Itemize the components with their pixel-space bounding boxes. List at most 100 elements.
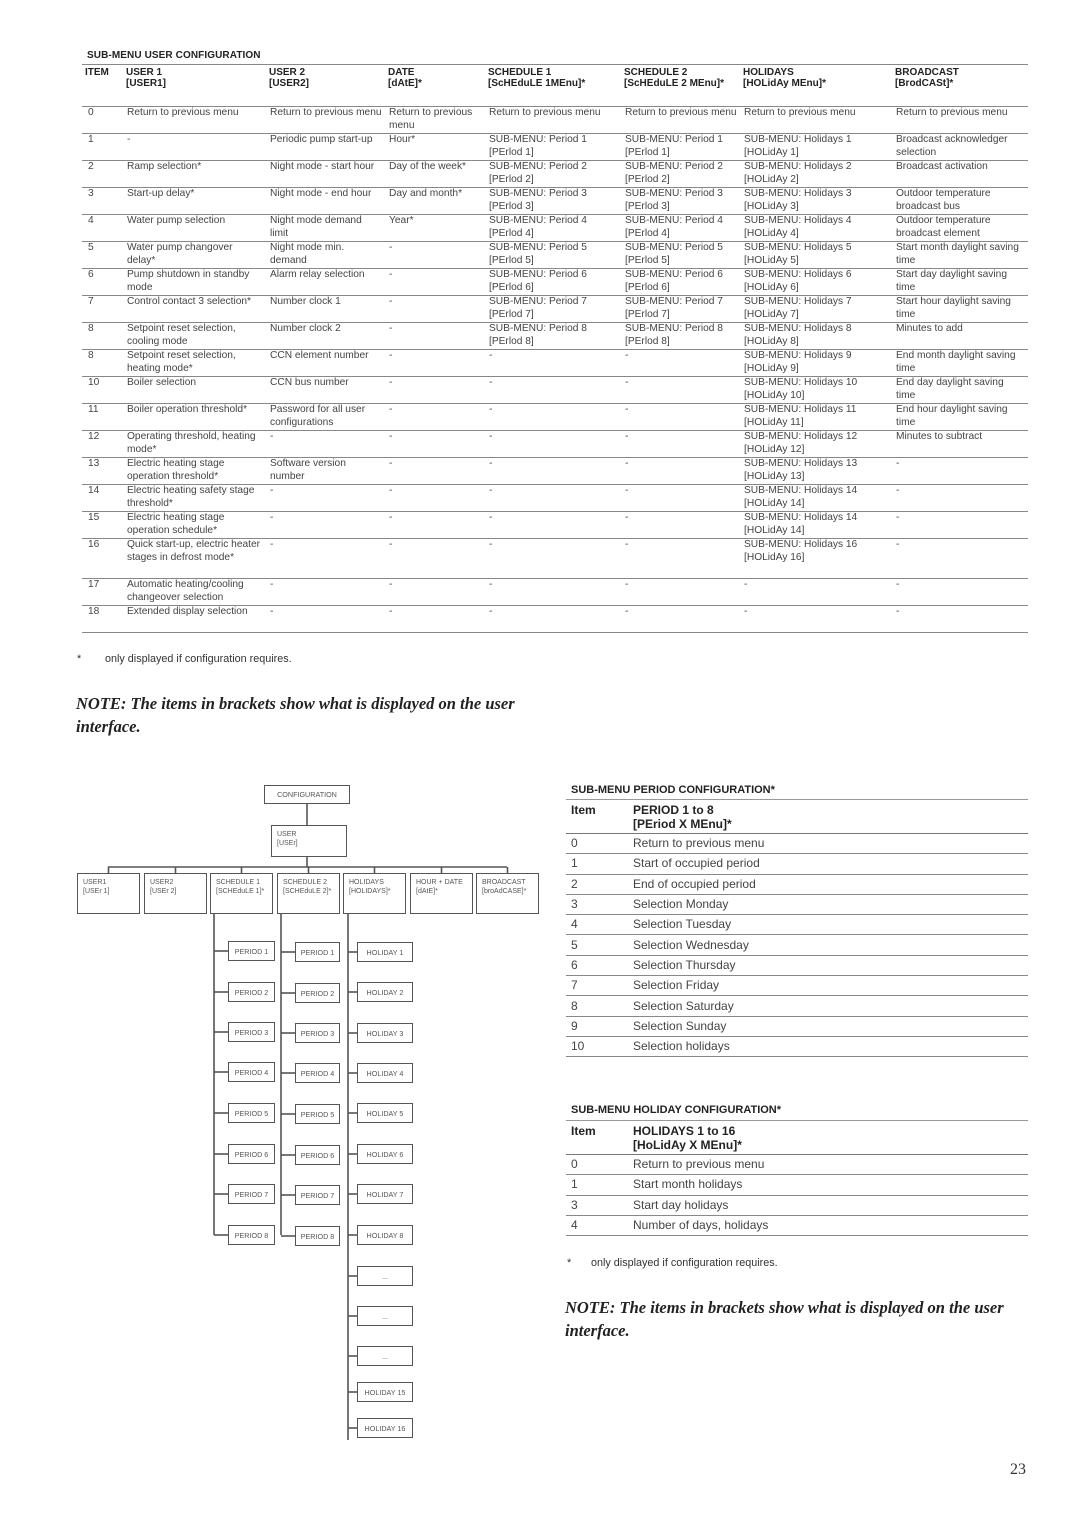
table-cell: SUB-MENU: Period 8 [PErlod 8] [485, 322, 621, 350]
table-cell: SUB-MENU: Period 7 [PErlod 7] [621, 295, 740, 323]
column-header: SCHEDULE 1 [ScHEduLE 1MEnu]* [485, 64, 621, 107]
table-cell: SUB-MENU: Period 6 [PErlod 6] [621, 268, 740, 296]
node-label: USER1 [83, 879, 107, 886]
column-header: DATE [dAtE]* [385, 64, 485, 107]
table-row: 8 Setpoint reset selection, cooling mode N… [82, 322, 1028, 350]
item-description: Selection holidays [628, 1036, 1028, 1058]
item-number: 16 [82, 538, 123, 579]
column-header-title: SCHEDULE 1 [488, 67, 552, 78]
table-cell: - [485, 511, 621, 539]
item-description: Selection Sunday [628, 1016, 1028, 1037]
node-schedule1-period: PERIOD 3 [228, 1022, 275, 1042]
table-cell: SUB-MENU: Holidays 5 [HOLidAy 5] [740, 241, 892, 269]
node-label: SCHEDULE 1 [216, 879, 260, 886]
table-row: 5 Water pump changover delay* Night mode m… [82, 241, 1028, 269]
table-cell: - [621, 403, 740, 431]
item-number: 5 [566, 934, 628, 956]
table-cell: - [621, 511, 740, 539]
table-cell: - [266, 578, 385, 606]
column-header-display-code: [ScHEduLE 2 MEnu]* [624, 78, 725, 89]
node-label: HOLIDAY 6 [366, 1149, 404, 1159]
node-schedule-2: SCHEDULE 2 [SCHEduLE 2]* [277, 873, 340, 914]
item-description: Selection Friday [628, 975, 1028, 997]
node-label: HOLIDAYS [349, 879, 384, 886]
item-number: 15 [82, 511, 123, 539]
node-label: PERIOD 4 [300, 1068, 335, 1078]
table-cell: SUB-MENU: Holidays 4 [HOLidAy 4] [740, 214, 892, 242]
table-cell: Password for all user configurations [266, 403, 385, 431]
user-config-footnote: only displayed if configuration requires… [105, 653, 292, 665]
table-cell: Periodic pump start-up [266, 133, 385, 161]
table-cell: Water pump changover delay* [123, 241, 266, 269]
table-cell: Automatic heating/cooling changeover sel… [123, 578, 266, 606]
user-config-table: ITEM USER 1 [USER1] USER 2 [USER2] DATE [dAtE]… [82, 64, 1028, 633]
item-number: 4 [566, 914, 628, 936]
table-row: 14 Electric heating safety stage threshol… [82, 484, 1028, 512]
footnote-mark: * [77, 653, 82, 665]
table-cell: Number clock 1 [266, 295, 385, 323]
table-cell: Start month daylight saving time [892, 241, 1028, 269]
table-row: 1- Periodic pump start-up Hour* SUB-MENU: P… [82, 133, 1028, 161]
column-header: USER 2 [USER2] [266, 64, 385, 107]
column-header-title: USER 2 [269, 67, 306, 78]
table-cell: SUB-MENU: Period 1 [PErlod 1] [621, 133, 740, 161]
table-cell: - [385, 457, 485, 485]
table-cell: Return to previous menu [740, 106, 892, 134]
node-schedule2-period: PERIOD 7 [295, 1185, 340, 1205]
table-cell: Electric heating stage operation thresho… [123, 457, 266, 485]
table-cell: SUB-MENU: Holidays 14 [HOLidAy 14] [740, 511, 892, 539]
node-user2: USER2 [USEr 2] [144, 873, 207, 914]
table-cell: - [485, 605, 621, 633]
node-display-code: [USEr 1] [83, 888, 110, 895]
table-cell: - [485, 538, 621, 579]
table-cell: Number clock 2 [266, 322, 385, 350]
node-holiday: HOLIDAY 8 [357, 1225, 413, 1245]
table-cell: Year* [385, 214, 485, 242]
node-schedule2-period: PERIOD 1 [295, 942, 340, 962]
node-label: HOLIDAY 5 [366, 1108, 404, 1118]
node-schedule2-period: PERIOD 6 [295, 1145, 340, 1165]
table-cell: SUB-MENU: Period 2 [PErlod 2] [485, 160, 621, 188]
holiday-config-header-row: Item HOLIDAYS 1 to 16 [HoLidAy X MEnu]* [566, 1120, 1028, 1155]
item-description: Selection Monday [628, 894, 1028, 916]
period-header-l2: [PEriod X MEnu]* [633, 817, 732, 831]
period-config-header-row: Item PERIOD 1 to 8 [PEriod X MEnu]* [566, 799, 1028, 834]
node-display-code: [broAdCASE]* [482, 888, 527, 895]
node-label: HOUR + DATE [416, 879, 463, 886]
table-cell: Broadcast activation [892, 160, 1028, 188]
page-number: 23 [1010, 1461, 1026, 1478]
table-cell: End day daylight saving time [892, 376, 1028, 404]
node-schedule2-period: PERIOD 8 [295, 1226, 340, 1246]
node-label: ... [382, 1311, 388, 1321]
table-row: 18 Extended display selection - - - - - - [82, 605, 1028, 633]
table-row: 16 Quick start-up, electric heater stages… [82, 538, 1028, 579]
table-row: 17 Automatic heating/cooling changeover s… [82, 578, 1028, 606]
table-cell: Operating threshold, heating mode* [123, 430, 266, 458]
table-cell: Start-up delay* [123, 187, 266, 215]
node-display-code: [USEr 2] [150, 888, 177, 895]
node-label: ... [382, 1271, 388, 1281]
node-holiday: ... [357, 1266, 413, 1286]
node-broadcast: BROADCAST [broAdCASE]* [476, 873, 539, 914]
item-number: 14 [82, 484, 123, 512]
column-header-display-code: [USER2] [269, 78, 310, 89]
table-cell: SUB-MENU: Holidays 16 [HOLidAy 16] [740, 538, 892, 579]
table-cell: - [621, 376, 740, 404]
item-number: 8 [82, 349, 123, 377]
user-config-title: SUB-MENU USER CONFIGURATION [87, 50, 261, 61]
table-cell: SUB-MENU: Holidays 7 [HOLidAy 7] [740, 295, 892, 323]
table-row: 4 Water pump selection Night mode demand l… [82, 214, 1028, 242]
item-number: 1 [82, 133, 123, 161]
table-cell: SUB-MENU: Holidays 10 [HOLidAy 10] [740, 376, 892, 404]
table-cell: Start day daylight saving time [892, 268, 1028, 296]
table-cell: Return to previous menu [621, 106, 740, 134]
table-cell: - [385, 295, 485, 323]
table-cell: Night mode demand limit [266, 214, 385, 242]
item-number: 6 [566, 955, 628, 977]
table-cell: - [266, 484, 385, 512]
item-number: 1 [566, 853, 628, 875]
table-cell: Day and month* [385, 187, 485, 215]
node-schedule2-period: PERIOD 2 [295, 983, 340, 1003]
node-label: USER2 [150, 879, 174, 886]
item-description: End of occupied period [628, 874, 1028, 895]
